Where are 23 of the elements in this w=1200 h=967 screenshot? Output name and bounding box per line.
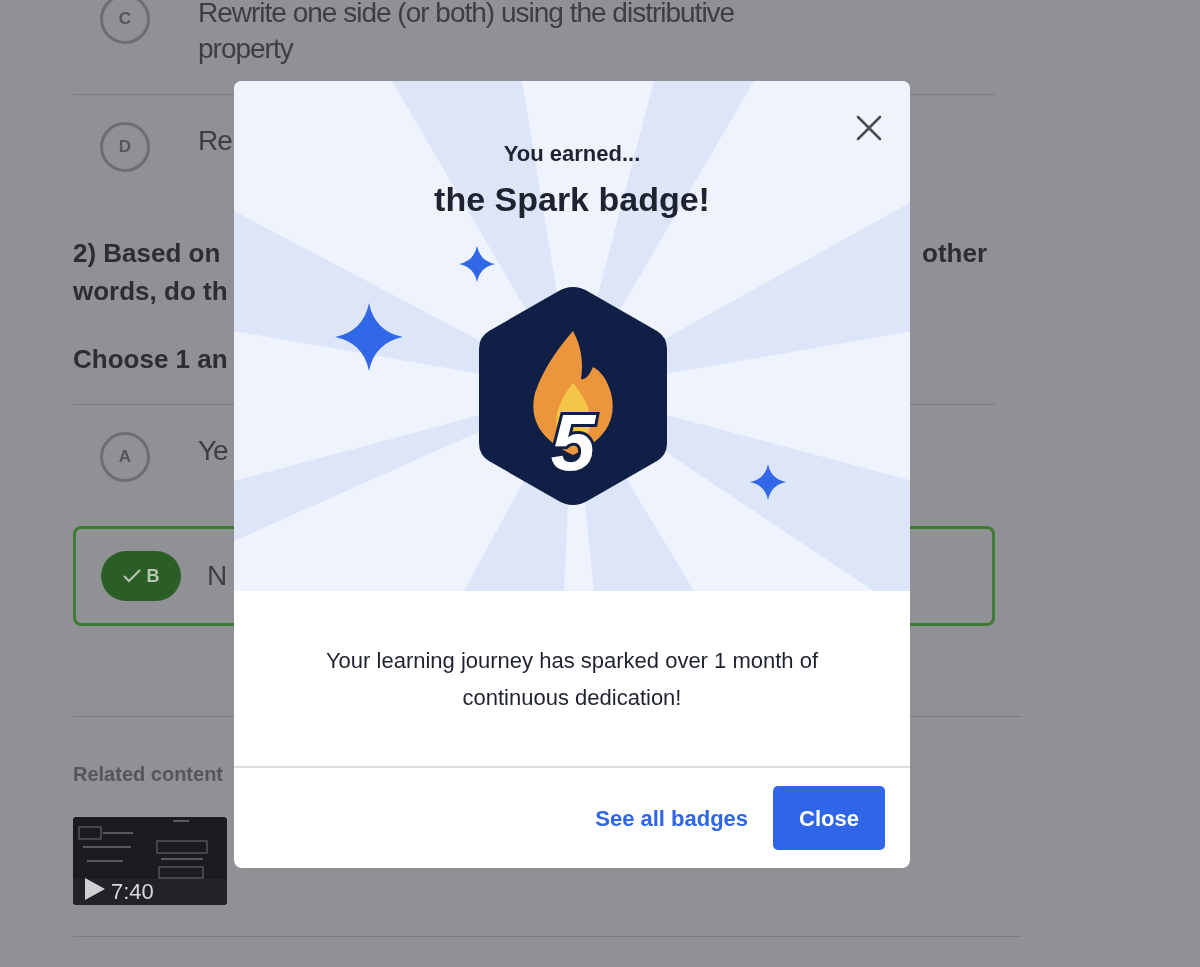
dialog-message: Your learning journey has sparked over 1 month of continuous dedication! [324, 646, 819, 712]
dialog-subtitle: You earned... [503, 140, 641, 168]
answer-text: Ye [198, 434, 228, 468]
answer-text: Rewrite one side (or both) using the distributive property [198, 0, 736, 66]
video-thumbnail[interactable]: 7:40 [73, 817, 227, 905]
sparkle-icon [335, 303, 403, 371]
question-text: other [922, 237, 987, 270]
section-heading: Related content [73, 762, 224, 787]
instruction-text: Choose 1 an [73, 343, 228, 376]
answer-text: Re [198, 124, 232, 158]
sparkle-icon [750, 464, 786, 500]
dialog-title: the Spark badge! [434, 179, 710, 219]
close-icon [856, 115, 882, 141]
sparkle-icon [459, 246, 495, 282]
answer-text: N [207, 559, 227, 593]
see-all-badges-link[interactable]: See all badges [595, 801, 749, 835]
video-duration: 7:40 [111, 878, 154, 905]
play-icon [85, 878, 105, 900]
answer-letter: B [146, 564, 160, 588]
question-text: 2) Based on [73, 237, 221, 270]
check-icon [122, 569, 141, 583]
question-text: words, do th [73, 275, 228, 308]
close-button[interactable]: Close [773, 786, 885, 850]
